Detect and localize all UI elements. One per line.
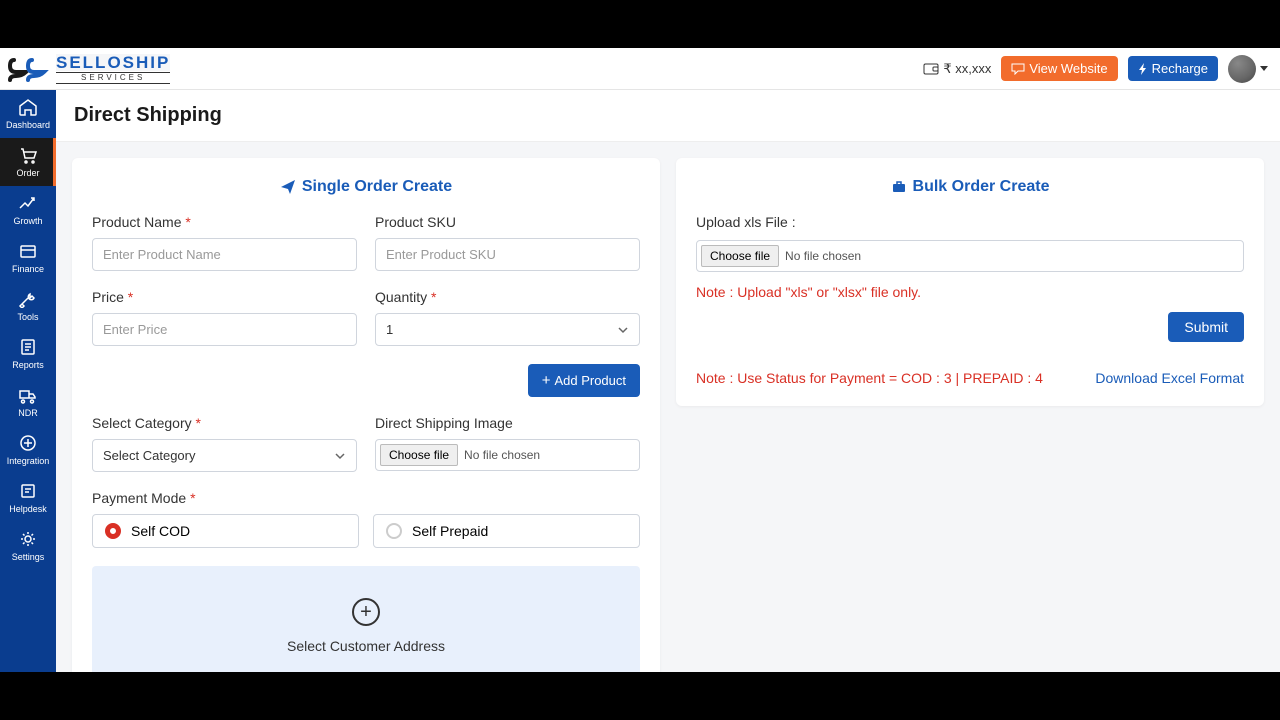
view-website-button[interactable]: View Website	[1001, 56, 1117, 81]
bulk-order-card: Bulk Order Create Upload xls File : Choo…	[676, 158, 1264, 406]
note-status: Note : Use Status for Payment = COD : 3 …	[696, 370, 1043, 386]
add-product-button[interactable]: + Add Product	[528, 364, 640, 397]
image-file-input[interactable]: Choose file No file chosen	[375, 439, 640, 471]
lightning-icon	[1138, 63, 1148, 75]
image-label: Direct Shipping Image	[375, 415, 640, 431]
letterbox-top	[0, 0, 1280, 48]
sidebar-item-ndr[interactable]: NDR	[0, 378, 56, 426]
submit-button[interactable]: Submit	[1168, 312, 1244, 342]
sidebar-item-order[interactable]: Order	[0, 138, 56, 186]
page-title: Direct Shipping	[74, 104, 1262, 127]
logo[interactable]: SELLOSHIP SERVICES	[4, 54, 170, 84]
sidebar-item-settings[interactable]: Settings	[0, 522, 56, 570]
single-order-card: Single Order Create Product Name * Produ…	[72, 158, 660, 672]
tools-icon	[18, 290, 38, 308]
logo-text: SELLOSHIP	[56, 54, 170, 71]
price-label: Price *	[92, 289, 357, 305]
plus-icon: +	[352, 598, 380, 626]
sidebar-item-growth[interactable]: Growth	[0, 186, 56, 234]
sidebar-item-dashboard[interactable]: Dashboard	[0, 90, 56, 138]
wallet-balance[interactable]: ₹ xx,xxx	[923, 61, 991, 77]
logo-icon	[8, 54, 50, 84]
category-select[interactable]: Select Category	[92, 439, 357, 472]
file-status: No file chosen	[464, 448, 540, 462]
quantity-select[interactable]: 1	[375, 313, 640, 346]
sidebar-item-finance[interactable]: Finance	[0, 234, 56, 282]
sidebar-item-integration[interactable]: Integration	[0, 426, 56, 474]
upload-label: Upload xls File :	[696, 214, 1244, 230]
bulk-choose-file-button[interactable]: Choose file	[701, 245, 779, 267]
note-file-type: Note : Upload "xls" or "xlsx" file only.	[696, 284, 1244, 300]
customer-address-box[interactable]: + Select Customer Address	[92, 566, 640, 672]
plus-circle-icon	[18, 434, 38, 452]
wallet-icon	[923, 62, 939, 76]
truck-icon	[18, 386, 38, 404]
choose-file-button[interactable]: Choose file	[380, 444, 458, 466]
helpdesk-icon	[18, 482, 38, 500]
bulk-file-status: No file chosen	[785, 249, 861, 263]
payment-cod-radio[interactable]: Self COD	[92, 514, 359, 548]
product-name-input[interactable]	[92, 238, 357, 271]
reports-icon	[18, 338, 38, 356]
product-name-label: Product Name *	[92, 214, 357, 230]
user-menu[interactable]	[1228, 55, 1268, 83]
home-icon	[18, 98, 38, 116]
single-order-title: Single Order Create	[92, 178, 640, 196]
payment-mode-label: Payment Mode *	[92, 490, 640, 506]
letterbox-bottom	[0, 672, 1280, 720]
sidebar: Dashboard Order Growth Finance Tools Rep…	[0, 90, 56, 672]
sidebar-item-tools[interactable]: Tools	[0, 282, 56, 330]
bulk-file-input[interactable]: Choose file No file chosen	[696, 240, 1244, 272]
topbar: SELLOSHIP SERVICES ₹ xx,xxx View Website…	[0, 48, 1280, 90]
finance-icon	[18, 242, 38, 260]
recharge-button[interactable]: Recharge	[1128, 56, 1218, 81]
page-header: Direct Shipping	[56, 90, 1280, 142]
download-excel-link[interactable]: Download Excel Format	[1095, 370, 1244, 386]
sidebar-item-reports[interactable]: Reports	[0, 330, 56, 378]
product-sku-label: Product SKU	[375, 214, 640, 230]
paper-plane-icon	[280, 179, 296, 195]
price-input[interactable]	[92, 313, 357, 346]
bulk-order-title: Bulk Order Create	[696, 178, 1244, 196]
sidebar-item-helpdesk[interactable]: Helpdesk	[0, 474, 56, 522]
chevron-down-icon	[1260, 66, 1268, 71]
growth-icon	[18, 194, 38, 212]
gear-icon	[18, 530, 38, 548]
logo-subtext: SERVICES	[56, 72, 170, 84]
quantity-label: Quantity *	[375, 289, 640, 305]
briefcase-icon	[891, 179, 907, 195]
category-label: Select Category *	[92, 415, 357, 431]
radio-dot	[386, 523, 402, 539]
cart-icon	[18, 146, 38, 164]
product-sku-input[interactable]	[375, 238, 640, 271]
chat-icon	[1011, 63, 1025, 75]
radio-dot-selected	[105, 523, 121, 539]
avatar	[1228, 55, 1256, 83]
payment-prepaid-radio[interactable]: Self Prepaid	[373, 514, 640, 548]
